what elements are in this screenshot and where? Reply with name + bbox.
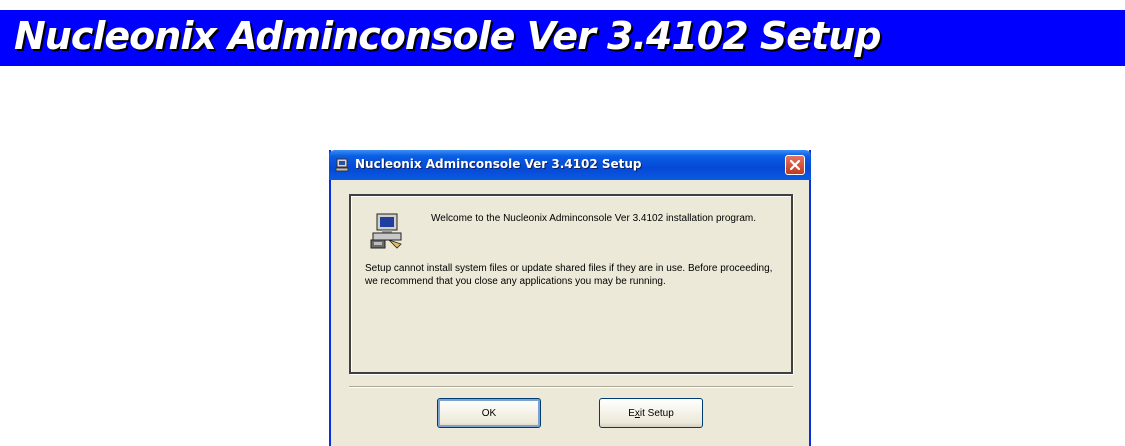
ok-button-label: OK bbox=[481, 407, 497, 419]
setup-app-icon bbox=[335, 158, 349, 172]
dialog-titlebar[interactable]: Nucleonix Adminconsole Ver 3.4102 Setup bbox=[329, 150, 811, 180]
banner-title: Nucleonix Adminconsole Ver 3.4102 Setup bbox=[14, 14, 881, 58]
close-icon bbox=[789, 159, 801, 171]
close-button[interactable] bbox=[785, 155, 805, 175]
setup-banner: Nucleonix Adminconsole Ver 3.4102 Setup bbox=[0, 10, 1125, 66]
ok-button[interactable]: OK bbox=[437, 398, 541, 428]
warning-message: Setup cannot install system files or upd… bbox=[365, 263, 773, 287]
button-divider bbox=[349, 386, 793, 388]
setup-dialog: Nucleonix Adminconsole Ver 3.4102 Setup … bbox=[329, 150, 811, 446]
setup-screen: Nucleonix Adminconsole Ver 3.4102 Setup … bbox=[0, 0, 1125, 446]
exit-button-label: Exit Setup bbox=[628, 407, 674, 419]
exit-setup-button[interactable]: Exit Setup bbox=[599, 398, 703, 428]
message-panel: Welcome to the Nucleonix Adminconsole Ve… bbox=[349, 194, 793, 374]
dialog-title: Nucleonix Adminconsole Ver 3.4102 Setup bbox=[355, 157, 642, 171]
setup-computer-icon bbox=[370, 213, 402, 249]
welcome-message: Welcome to the Nucleonix Adminconsole Ve… bbox=[431, 213, 756, 224]
